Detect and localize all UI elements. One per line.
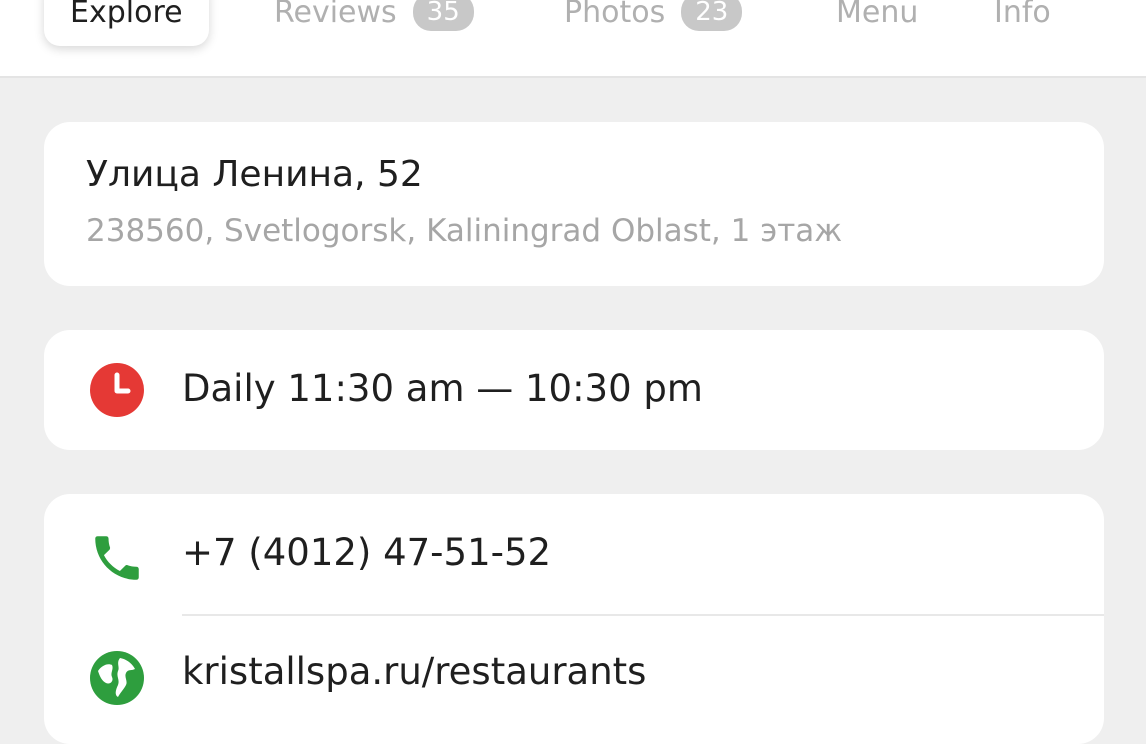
tab-info[interactable]: Info <box>994 0 1051 46</box>
tab-photos[interactable]: Photos 23 <box>564 0 743 46</box>
address-details: 238560, Svetlogorsk, Kaliningrad Oblast,… <box>86 213 843 249</box>
tab-menu[interactable]: Menu <box>836 0 918 46</box>
phone-number: +7 (4012) 47-51-52 <box>182 531 552 574</box>
address-card[interactable]: Улица Ленина, 52 238560, Svetlogorsk, Ka… <box>44 122 1104 286</box>
address-street: Улица Ленина, 52 <box>86 154 423 195</box>
reviews-count-badge: 35 <box>412 0 474 31</box>
tab-explore[interactable]: Explore <box>44 0 209 46</box>
tab-label: Explore <box>70 0 183 30</box>
tab-reviews[interactable]: Reviews 35 <box>274 0 474 46</box>
divider <box>182 614 1104 616</box>
tab-bar: Explore Reviews 35 Photos 23 Menu Info <box>0 0 1146 78</box>
website-link[interactable]: kristallspa.ru/restaurants <box>182 650 646 693</box>
phone-icon <box>95 536 139 580</box>
contacts-card: +7 (4012) 47-51-52 kristallspa.ru/restau… <box>44 494 1104 744</box>
tab-label: Reviews <box>274 0 397 30</box>
globe-icon <box>90 651 144 705</box>
tab-label: Photos <box>564 0 666 30</box>
tab-label: Info <box>994 0 1051 30</box>
clock-icon <box>90 363 144 417</box>
tab-label: Menu <box>836 0 919 30</box>
hours-text: Daily 11:30 am — 10:30 pm <box>182 367 703 410</box>
photos-count-badge: 23 <box>681 0 743 31</box>
hours-card[interactable]: Daily 11:30 am — 10:30 pm <box>44 330 1104 450</box>
